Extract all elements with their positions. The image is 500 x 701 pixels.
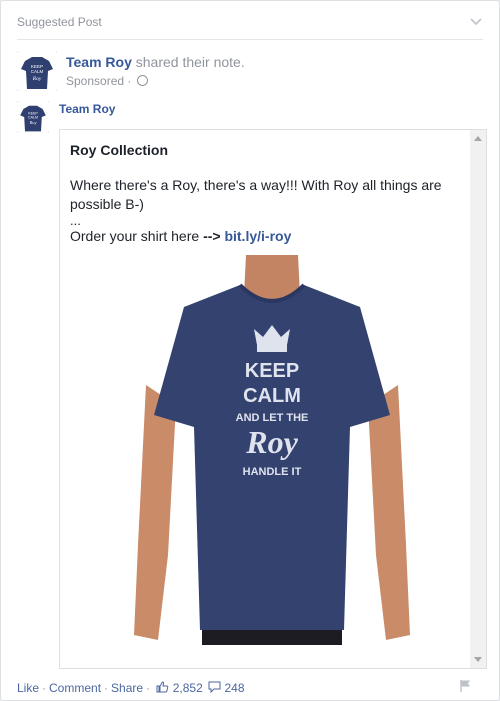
chevron-down-icon[interactable] xyxy=(469,14,483,28)
suggested-post-title: Suggested Post xyxy=(17,15,102,29)
author-line: Team Roy shared their note. xyxy=(66,54,245,70)
shirt-text-roy: Roy xyxy=(245,424,298,460)
sponsored-line: Sponsored · xyxy=(66,74,148,88)
note-author-avatar[interactable]: KEEP CALM Roy xyxy=(17,101,49,133)
note-author-name[interactable]: Team Roy xyxy=(59,102,115,116)
suggested-post-card: Suggested Post KEEP CALM Roy Team Roy sh… xyxy=(0,0,500,701)
dot-sep: · xyxy=(146,681,151,695)
arrow-text: --> xyxy=(203,228,221,244)
comment-link[interactable]: Comment xyxy=(49,681,101,695)
suggested-post-header: Suggested Post xyxy=(17,13,483,40)
order-text: Order your shirt here xyxy=(70,228,204,244)
globe-icon xyxy=(136,75,148,86)
note-preview[interactable]: Roy Collection Where there's a Roy, ther… xyxy=(59,129,487,669)
sponsored-sep: · xyxy=(127,74,132,88)
avatar-text-roy: Roy xyxy=(29,120,37,125)
sponsored-label[interactable]: Sponsored xyxy=(66,74,124,88)
note-ellipsis: ... xyxy=(70,213,81,228)
avatar-text-calm: CALM xyxy=(28,116,38,120)
note-link[interactable]: note xyxy=(214,54,241,70)
shirt-thumbnail-icon: KEEP CALM Roy xyxy=(17,51,57,91)
note-line-1: Where there's a Roy, there's a way!!! Wi… xyxy=(70,177,442,212)
avatar-text-calm: CALM xyxy=(31,69,44,74)
share-link[interactable]: Share xyxy=(111,681,143,695)
action-bar: Like · Comment · Share · 2,852 248 xyxy=(17,679,483,697)
scroll-up-icon[interactable] xyxy=(474,136,482,141)
shirt-text-handle-it: HANDLE IT xyxy=(243,466,302,478)
author-name[interactable]: Team Roy xyxy=(66,54,132,70)
like-link[interactable]: Like xyxy=(17,681,39,695)
tshirt-photo: KEEP CALM AND LET THE Roy HANDLE IT xyxy=(128,255,416,645)
comments-count[interactable]: 248 xyxy=(224,681,244,695)
note-order-line: Order your shirt here --> bit.ly/i-roy xyxy=(70,227,465,246)
shirt-text-calm: CALM xyxy=(243,385,301,407)
shared-text: shared their xyxy=(135,54,210,70)
shirt-link[interactable]: bit.ly/i-roy xyxy=(224,228,291,244)
avatar-text-roy: Roy xyxy=(32,76,42,82)
note-scrollbar[interactable] xyxy=(470,130,486,668)
shirt-text-and-let-the: AND LET THE xyxy=(236,412,309,424)
scroll-down-icon[interactable] xyxy=(474,657,482,662)
period: . xyxy=(240,54,245,70)
thumbs-up-icon xyxy=(156,681,169,693)
note-title: Roy Collection xyxy=(70,142,169,158)
shirt-thumbnail-icon: KEEP CALM Roy xyxy=(17,101,49,133)
note-body: Where there's a Roy, there's a way!!! Wi… xyxy=(70,176,465,246)
dot-sep: · xyxy=(42,681,47,695)
page-avatar[interactable]: KEEP CALM Roy xyxy=(17,51,57,91)
comment-icon xyxy=(208,681,221,694)
flag-icon[interactable] xyxy=(459,679,473,693)
likes-count[interactable]: 2,852 xyxy=(173,681,203,695)
dot-sep: · xyxy=(104,681,109,695)
shirt-text-keep: KEEP xyxy=(245,360,299,382)
